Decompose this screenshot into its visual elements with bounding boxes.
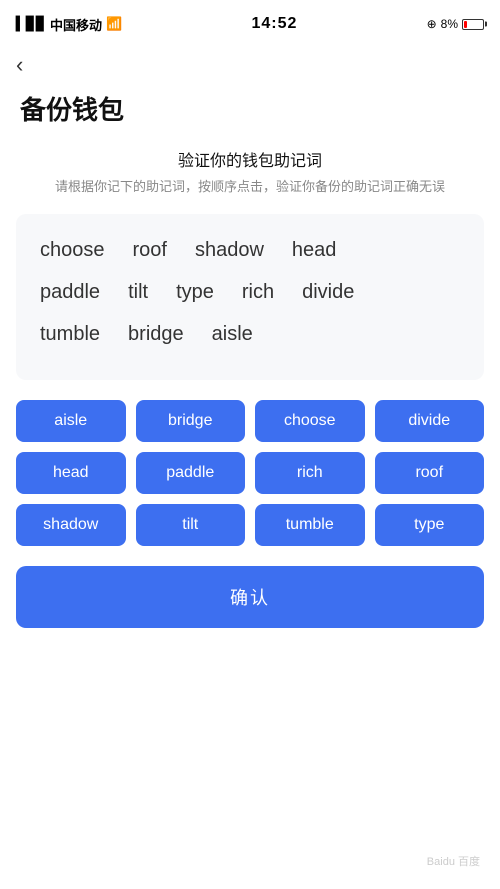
chip-tilt[interactable]: tilt [136, 504, 246, 546]
display-word-shadow: shadow [195, 234, 264, 266]
word-display-row-2: paddle tilt type rich divide [40, 276, 460, 308]
confirm-button[interactable]: 确认 [16, 566, 484, 628]
network-icon: ⊕ [427, 17, 437, 31]
display-word-type: type [176, 276, 214, 308]
word-display-row-3: tumble bridge aisle [40, 318, 460, 350]
chip-type[interactable]: type [375, 504, 485, 546]
battery-icon [462, 19, 484, 30]
display-word-divide: divide [302, 276, 354, 308]
chip-shadow[interactable]: shadow [16, 504, 126, 546]
verify-desc: 请根据你记下的助记词，按顺序点击，验证你备份的助记词正确无误 [0, 177, 500, 198]
chip-bridge[interactable]: bridge [136, 400, 246, 442]
verify-heading: 验证你的钱包助记词 [0, 147, 500, 171]
chip-head[interactable]: head [16, 452, 126, 494]
display-word-bridge: bridge [128, 318, 184, 350]
chip-rich[interactable]: rich [255, 452, 365, 494]
word-display-row-1: choose roof shadow head [40, 234, 460, 266]
display-word-aisle: aisle [212, 318, 253, 350]
display-word-paddle: paddle [40, 276, 100, 308]
display-word-rich: rich [242, 276, 274, 308]
chip-paddle[interactable]: paddle [136, 452, 246, 494]
chip-roof[interactable]: roof [375, 452, 485, 494]
status-time: 14:52 [251, 15, 297, 33]
word-chips-grid: aislebridgechoosedivide headpaddlerichroo… [16, 400, 484, 546]
display-word-choose: choose [40, 234, 105, 266]
chip-divide[interactable]: divide [375, 400, 485, 442]
signal-icon: ▍▊▊ [16, 16, 46, 32]
status-carrier: ▍▊▊ 中国移动 📶 [16, 15, 122, 34]
battery-percent: 8% [441, 17, 458, 31]
chip-tumble[interactable]: tumble [255, 504, 365, 546]
page-title: 备份钱包 [0, 82, 500, 147]
status-bar: ▍▊▊ 中国移动 📶 14:52 ⊕ 8% [0, 0, 500, 44]
carrier-label: 中国移动 [50, 15, 102, 34]
chip-aisle[interactable]: aisle [16, 400, 126, 442]
word-display-area: choose roof shadow head paddle tilt type… [16, 214, 484, 380]
display-word-tilt: tilt [128, 276, 148, 308]
display-word-tumble: tumble [40, 318, 100, 350]
back-button[interactable]: ‹ [0, 44, 39, 82]
watermark: Baidu 百度 [427, 853, 480, 869]
chip-choose[interactable]: choose [255, 400, 365, 442]
wifi-icon: 📶 [106, 16, 122, 32]
display-word-head: head [292, 234, 337, 266]
display-word-roof: roof [133, 234, 167, 266]
status-right: ⊕ 8% [427, 17, 484, 31]
